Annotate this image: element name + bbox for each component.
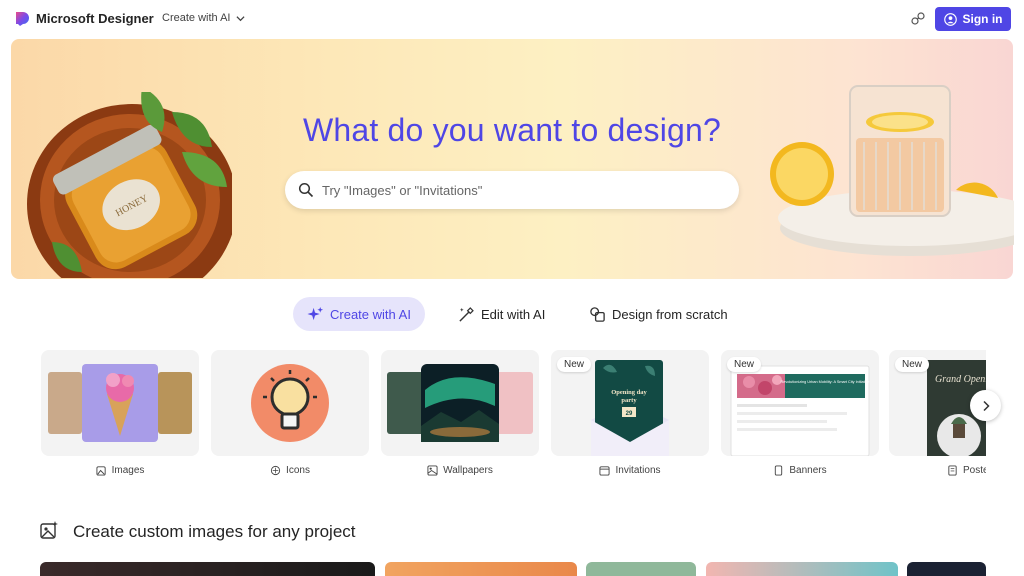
mode-tabs: Create with AI Edit with AI Design from … xyxy=(0,297,1024,331)
search-bar[interactable] xyxy=(285,171,739,209)
images-thumbnail xyxy=(48,364,192,442)
preview-image-3[interactable] xyxy=(586,562,696,576)
person-icon xyxy=(943,12,957,26)
brand-name[interactable]: Microsoft Designer xyxy=(36,11,154,26)
designer-logo-icon[interactable] xyxy=(14,11,30,27)
new-badge: New xyxy=(727,357,762,372)
card-images-label[interactable]: Images xyxy=(41,465,199,476)
image-sparkle-icon xyxy=(40,521,58,539)
new-badge: New xyxy=(557,357,592,372)
shapes-icon xyxy=(590,306,605,322)
preview-image-5[interactable] xyxy=(907,562,986,576)
sign-in-button[interactable]: Sign in xyxy=(935,7,1011,31)
hero-title: What do you want to design? xyxy=(302,112,722,148)
sign-in-label: Sign in xyxy=(962,12,1003,26)
search-input[interactable] xyxy=(322,182,702,198)
invitation-line2: party xyxy=(621,397,637,404)
card-wallpapers-label[interactable]: Wallpapers xyxy=(381,465,539,476)
preview-image-2[interactable] xyxy=(385,562,577,576)
icon-shapes-icon xyxy=(270,465,281,476)
card-invitations-label[interactable]: Invitations xyxy=(551,465,709,476)
card-banners-label[interactable]: Banners xyxy=(721,465,879,476)
create-with-ai-menu[interactable]: Create with AI xyxy=(162,12,246,24)
tab-label: Edit with AI xyxy=(481,306,546,322)
invitation-date: 29 xyxy=(626,411,633,417)
section-title: Create custom images for any project xyxy=(73,522,356,541)
search-icon xyxy=(298,182,314,198)
sparkle-icon xyxy=(307,306,324,320)
preview-image-4[interactable] xyxy=(706,562,898,576)
new-badge: New xyxy=(895,357,930,372)
icons-thumbnail xyxy=(251,364,329,442)
banner-headline: Revolutionizing Urban Mobility: A Smart … xyxy=(780,380,869,384)
chevron-down-icon xyxy=(236,15,246,21)
card-icons[interactable] xyxy=(211,350,369,456)
preview-image-1[interactable] xyxy=(40,562,375,576)
wallpaper-icon xyxy=(427,465,438,476)
lemonade-illustration xyxy=(770,85,1014,256)
share-icon[interactable] xyxy=(910,11,926,27)
document-icon xyxy=(948,465,957,476)
invitation-line1: Opening day xyxy=(611,389,647,396)
card-wallpapers[interactable] xyxy=(381,350,539,456)
card-invitations[interactable]: Opening day party 29 New xyxy=(551,350,709,456)
image-sparkle-icon xyxy=(96,466,106,476)
card-banners[interactable]: Revolutionizing Urban Mobility: A Smart … xyxy=(721,350,879,456)
tab-create-with-ai[interactable]: Create with AI xyxy=(293,297,425,331)
card-images[interactable] xyxy=(41,350,199,456)
phone-icon xyxy=(775,465,783,476)
top-header: Microsoft Designer Create with AI Sign i… xyxy=(0,0,1024,38)
chevron-right-icon xyxy=(982,400,990,411)
tab-label: Design from scratch xyxy=(612,306,728,322)
wallpapers-thumbnail xyxy=(387,364,533,442)
tab-label: Create with AI xyxy=(330,306,411,322)
create-menu-label: Create with AI xyxy=(162,12,231,24)
magic-wand-icon xyxy=(459,306,474,322)
calendar-icon xyxy=(599,466,611,476)
category-carousel: Images Icons Wallpapers Opening day part… xyxy=(0,350,1024,480)
tab-edit-with-ai[interactable]: Edit with AI xyxy=(458,297,545,331)
carousel-next-button[interactable] xyxy=(970,390,1001,421)
card-icons-label[interactable]: Icons xyxy=(211,465,369,476)
tab-design-from-scratch[interactable]: Design from scratch xyxy=(589,297,728,331)
